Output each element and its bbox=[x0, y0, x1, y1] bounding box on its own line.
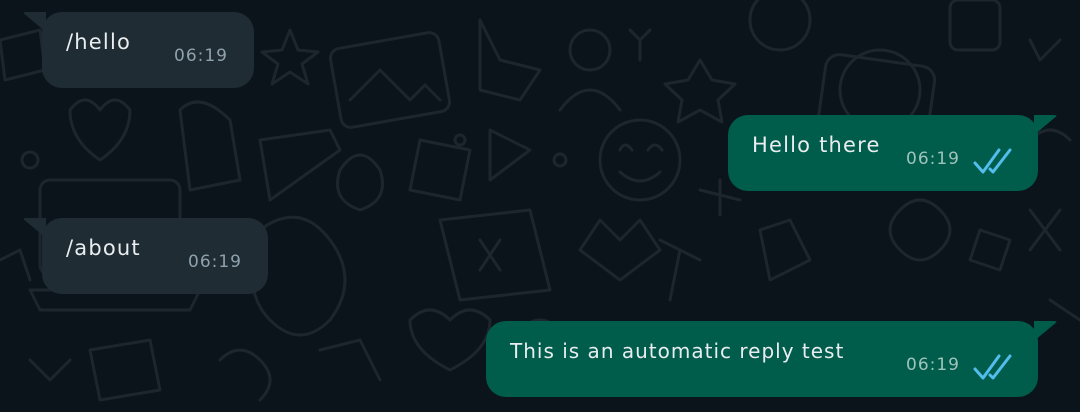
message-time: 06:19 bbox=[906, 149, 960, 169]
message-bubble-outgoing[interactable]: This is an automatic reply test 06:19 bbox=[486, 321, 1058, 397]
message-text: Hello there bbox=[752, 133, 881, 157]
message-time: 06:19 bbox=[188, 252, 242, 272]
chat-message-list: /hello 06:19 Hello there 06:19 /about 06… bbox=[0, 0, 1080, 412]
message-bubble-incoming[interactable]: /hello 06:19 bbox=[22, 12, 254, 88]
bubble-tail bbox=[1034, 321, 1058, 341]
message-time: 06:19 bbox=[906, 355, 960, 375]
message-text: /hello bbox=[66, 30, 132, 54]
bubble-tail bbox=[22, 218, 46, 238]
message-bubble-outgoing[interactable]: Hello there 06:19 bbox=[728, 115, 1058, 191]
double-check-icon bbox=[973, 148, 1012, 174]
double-check-icon bbox=[973, 354, 1012, 380]
message-text: /about bbox=[66, 236, 141, 260]
message-time: 06:19 bbox=[174, 46, 228, 66]
bubble-tail bbox=[22, 12, 46, 32]
message-text: This is an automatic reply test bbox=[510, 339, 845, 363]
bubble-tail bbox=[1034, 115, 1058, 135]
message-bubble-incoming[interactable]: /about 06:19 bbox=[22, 218, 268, 294]
